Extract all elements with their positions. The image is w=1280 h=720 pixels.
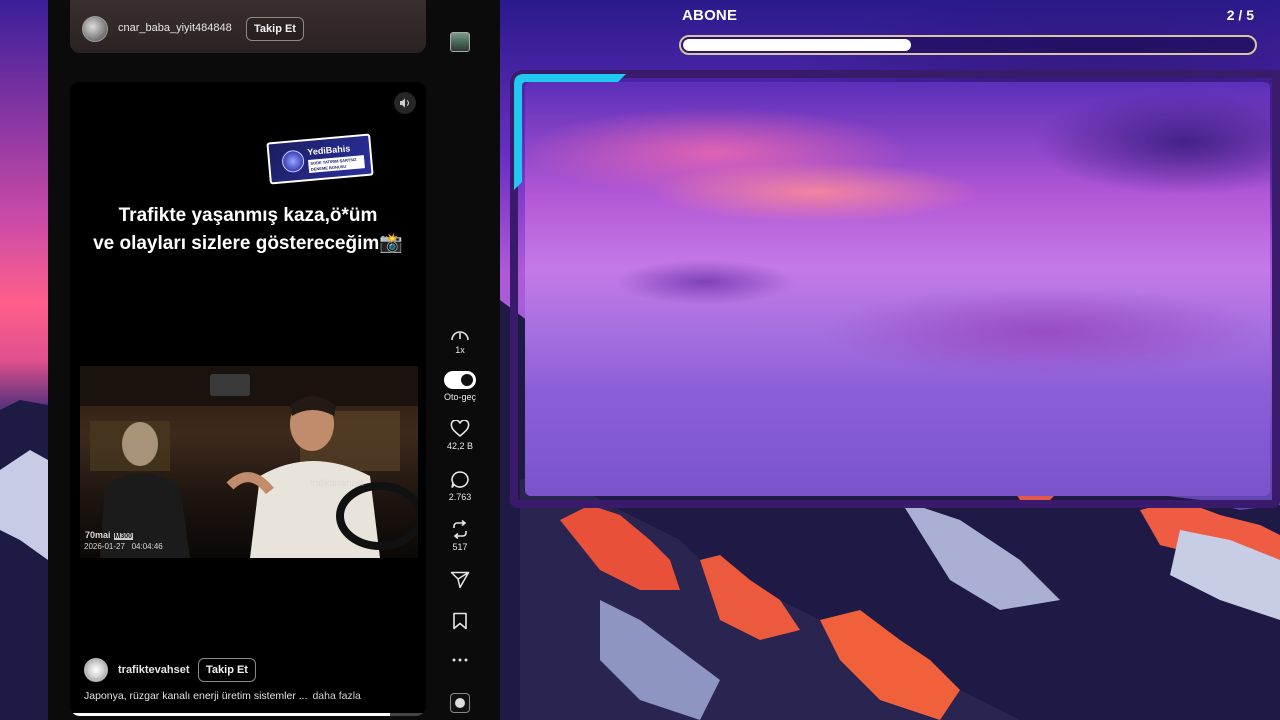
- camera-brand: 70mai: [85, 530, 111, 540]
- follow-button[interactable]: Takip Et: [246, 17, 304, 41]
- previous-post-card[interactable]: cnar_baba_yiyit484848 Takip Et: [70, 0, 426, 53]
- speed-label: 1x: [455, 345, 465, 355]
- clip-watermark: trafiktevahset: [310, 478, 364, 488]
- more-options-button[interactable]: [440, 656, 480, 664]
- follow-button[interactable]: Takip Et: [198, 658, 256, 682]
- likes-count: 42,2 B: [446, 441, 474, 451]
- sponsor-logo: [281, 149, 306, 174]
- username[interactable]: trafiktevahset: [118, 664, 190, 676]
- volume-button[interactable]: [394, 92, 416, 114]
- camera-model: M300: [113, 533, 134, 540]
- goal-title: ABONE: [682, 7, 738, 24]
- more-icon: [452, 658, 468, 662]
- previous-post-thumbnail[interactable]: [450, 32, 470, 52]
- reposts-count: 517: [452, 542, 468, 552]
- speaker-icon: [400, 98, 410, 108]
- dashcam-timestamp: 70mai M300 2026-01-27 04:04:46: [84, 530, 163, 552]
- caption-line: ve olayları sizlere göstereceğim📸: [93, 233, 403, 254]
- comment-icon: [451, 471, 469, 488]
- heart-icon: [450, 420, 470, 438]
- sponsor-badge: YediBahis SODE YATIRIM ŞARTSIZ DENEME BO…: [266, 133, 374, 185]
- avatar[interactable]: [84, 658, 108, 682]
- sound-thumbnail[interactable]: [450, 693, 470, 713]
- goal-count: 2 / 5: [1226, 7, 1254, 23]
- speed-button[interactable]: 1x: [440, 326, 480, 355]
- video-clip[interactable]: trafiktevahset 70mai M300 2026-01-27 04:0…: [80, 366, 418, 558]
- comments-count: 2.763: [448, 492, 472, 502]
- comment-button[interactable]: 2.763: [440, 470, 480, 502]
- share-button[interactable]: [440, 571, 480, 589]
- like-button[interactable]: 42,2 B: [440, 420, 480, 451]
- send-icon: [450, 571, 470, 589]
- bookmark-button[interactable]: [440, 612, 480, 630]
- video-caption: Trafikte yaşanmış kaza,ö*üm ve olayları …: [70, 202, 426, 258]
- avatar[interactable]: [82, 16, 108, 42]
- feed-panel: cnar_baba_yiyit484848 Takip Et YediBahis…: [48, 0, 500, 720]
- goal-progress-fill: [683, 39, 911, 51]
- sponsor-brand: YediBahis: [306, 143, 351, 158]
- see-more-link[interactable]: daha fazla: [312, 690, 360, 702]
- description-text: Japonya, rüzgar kanalı enerji üretim sis…: [84, 690, 308, 702]
- sponsor-tag: SODE YATIRIM ŞARTSIZ DENEME BONUSU: [308, 155, 365, 173]
- camera-view: [525, 82, 1270, 496]
- playback-progress[interactable]: [70, 713, 426, 716]
- repost-button[interactable]: 517: [440, 520, 480, 552]
- autoplay-switch[interactable]: [444, 371, 476, 389]
- repost-icon: [453, 520, 467, 539]
- autoplay-label: Oto-geç: [443, 392, 476, 402]
- playback-progress-fill: [70, 713, 391, 716]
- post-description: Japonya, rüzgar kanalı enerji üretim sis…: [84, 690, 361, 702]
- clip-time: 04:04:46: [131, 542, 163, 551]
- username[interactable]: cnar_baba_yiyit484848: [118, 22, 232, 34]
- sound-disc-icon: [455, 698, 465, 708]
- bookmark-icon: [453, 612, 467, 630]
- goal-progress-bar: [679, 35, 1257, 55]
- clip-date: 2026-01-27: [84, 542, 125, 551]
- camera-frame: [510, 70, 1280, 508]
- autoplay-toggle[interactable]: Oto-geç: [440, 371, 480, 402]
- video-post-card[interactable]: YediBahis SODE YATIRIM ŞARTSIZ DENEME BO…: [70, 82, 426, 716]
- caption-line: Trafikte yaşanmış kaza,ö*üm: [118, 205, 378, 226]
- speedometer-icon: [451, 331, 469, 341]
